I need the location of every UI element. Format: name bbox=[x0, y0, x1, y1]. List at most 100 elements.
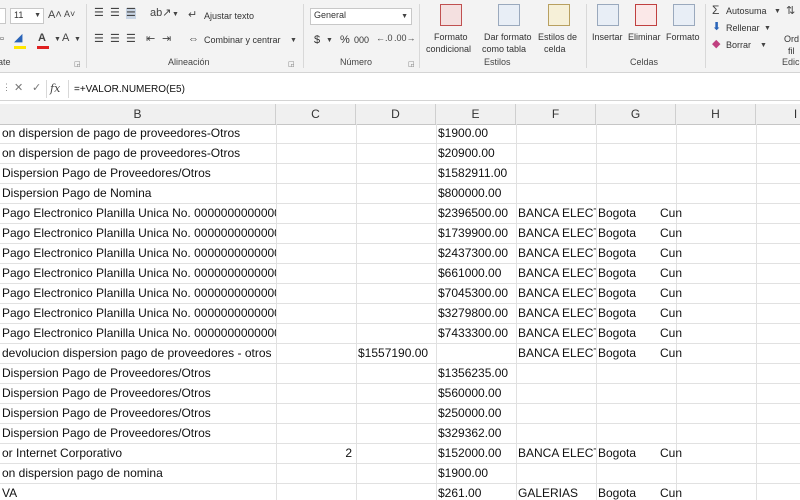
orientation-icon[interactable]: ab↗ bbox=[150, 8, 171, 19]
insert-function-icon[interactable]: fx bbox=[50, 83, 60, 94]
cell-d[interactable] bbox=[356, 424, 436, 444]
cell-c[interactable] bbox=[276, 424, 356, 444]
chevron-down-icon[interactable]: ▼ bbox=[74, 36, 81, 43]
column-header-h[interactable]: H bbox=[676, 104, 756, 124]
column-header-e[interactable]: E bbox=[436, 104, 516, 124]
cell-h[interactable] bbox=[658, 164, 756, 184]
cell-e[interactable] bbox=[436, 344, 516, 364]
cell-h[interactable]: Cun bbox=[658, 304, 756, 324]
cell-c[interactable] bbox=[276, 364, 356, 384]
cell-h[interactable]: Cun bbox=[658, 284, 756, 304]
align-right-icon[interactable]: ☰ bbox=[126, 34, 136, 45]
cell-e[interactable]: $1900.00 bbox=[436, 124, 516, 144]
cell-e[interactable]: $1582911.00 bbox=[436, 164, 516, 184]
cell-b[interactable]: Pago Electronico Planilla Unica No. 0000… bbox=[0, 204, 276, 224]
cell-b[interactable]: VA bbox=[0, 484, 276, 500]
cell-h[interactable]: Cun bbox=[658, 444, 756, 464]
cell-h[interactable] bbox=[658, 384, 756, 404]
cell-h[interactable]: Cun bbox=[658, 204, 756, 224]
cell-b[interactable]: Pago Electronico Planilla Unica No. 0000… bbox=[0, 244, 276, 264]
column-header-d[interactable]: D bbox=[356, 104, 436, 124]
cell-f[interactable]: BANCA ELECT bbox=[516, 264, 596, 284]
cell-d[interactable] bbox=[356, 464, 436, 484]
cell-c[interactable]: 2 bbox=[276, 444, 356, 464]
cell-g[interactable] bbox=[596, 384, 658, 404]
conditional-format-button[interactable]: Formato condicional bbox=[424, 2, 478, 56]
cell-e[interactable]: $1739900.00 bbox=[436, 224, 516, 244]
cell-f[interactable] bbox=[516, 164, 596, 184]
cell-e[interactable]: $661000.00 bbox=[436, 264, 516, 284]
cell-g[interactable] bbox=[596, 144, 658, 164]
cell-e[interactable]: $1900.00 bbox=[436, 464, 516, 484]
cell-d[interactable] bbox=[356, 124, 436, 144]
cell-b[interactable]: Dispersion Pago de Nomina bbox=[0, 184, 276, 204]
column-header-g[interactable]: G bbox=[596, 104, 676, 124]
cell-b[interactable]: Dispersion Pago de Proveedores/Otros bbox=[0, 404, 276, 424]
currency-button[interactable]: $ bbox=[314, 34, 320, 46]
dialog-launcher-icon[interactable]: ◲ bbox=[288, 60, 295, 68]
cell-f[interactable]: BANCA ELECT bbox=[516, 324, 596, 344]
format-as-table-button[interactable]: Dar formato como tabla bbox=[480, 2, 536, 56]
insert-button[interactable]: Insertar bbox=[590, 2, 626, 52]
cell-f[interactable]: BANCA ELECT bbox=[516, 304, 596, 324]
column-header-b[interactable]: B bbox=[0, 104, 276, 124]
delete-button[interactable]: Eliminar bbox=[628, 2, 664, 52]
font-color-button-icon[interactable]: A bbox=[62, 33, 69, 44]
cell-f[interactable] bbox=[516, 404, 596, 424]
cell-e[interactable]: $20900.00 bbox=[436, 144, 516, 164]
cell-h[interactable] bbox=[658, 144, 756, 164]
cell-c[interactable] bbox=[276, 244, 356, 264]
cell-g[interactable]: Bogota bbox=[596, 344, 658, 364]
cell-f[interactable]: BANCA ELECT bbox=[516, 444, 596, 464]
cell-b[interactable]: Dispersion Pago de Proveedores/Otros bbox=[0, 164, 276, 184]
cell-f[interactable]: BANCA ELECT bbox=[516, 224, 596, 244]
cell-g[interactable]: Bogota bbox=[596, 204, 658, 224]
cell-c[interactable] bbox=[276, 384, 356, 404]
cell-c[interactable] bbox=[276, 344, 356, 364]
cell-e[interactable]: $560000.00 bbox=[436, 384, 516, 404]
cell-g[interactable]: Bogota bbox=[596, 264, 658, 284]
cell-g[interactable]: Bogota bbox=[596, 284, 658, 304]
cell-d[interactable] bbox=[356, 404, 436, 424]
cell-g[interactable] bbox=[596, 124, 658, 144]
cell-b[interactable]: Pago Electronico Planilla Unica No. 0000… bbox=[0, 324, 276, 344]
cell-d[interactable] bbox=[356, 304, 436, 324]
cell-h[interactable]: Cun bbox=[658, 224, 756, 244]
cell-styles-button[interactable]: Estilos de celda bbox=[538, 2, 582, 56]
cell-e[interactable]: $250000.00 bbox=[436, 404, 516, 424]
cell-b[interactable]: on dispersion de pago de proveedores-Otr… bbox=[0, 124, 276, 144]
cell-h[interactable]: Cun bbox=[658, 484, 756, 500]
cell-g[interactable] bbox=[596, 424, 658, 444]
merge-center-button[interactable]: ⇔ Combinar y centrar ▼ bbox=[188, 32, 300, 48]
cell-f[interactable] bbox=[516, 144, 596, 164]
align-middle-icon[interactable]: ☰ bbox=[110, 8, 120, 19]
cell-e[interactable]: $329362.00 bbox=[436, 424, 516, 444]
cell-g[interactable] bbox=[596, 184, 658, 204]
cell-c[interactable] bbox=[276, 204, 356, 224]
cell-g[interactable] bbox=[596, 364, 658, 384]
cell-b[interactable]: devolucion dispersion pago de proveedore… bbox=[0, 344, 276, 364]
cell-f[interactable]: BANCA ELECT bbox=[516, 244, 596, 264]
align-top-icon[interactable]: ☰ bbox=[94, 8, 104, 19]
cell-g[interactable] bbox=[596, 464, 658, 484]
font-size-dropdown[interactable]: 11 ▼ bbox=[10, 8, 44, 24]
cell-b[interactable]: Pago Electronico Planilla Unica No. 0000… bbox=[0, 264, 276, 284]
cell-f[interactable]: BANCA ELECT bbox=[516, 204, 596, 224]
number-format-dropdown[interactable]: General ▼ bbox=[310, 8, 412, 25]
cell-h[interactable] bbox=[658, 184, 756, 204]
sheet-grid[interactable]: on dispersion de pago de proveedores-Otr… bbox=[0, 124, 800, 500]
cell-d[interactable] bbox=[356, 324, 436, 344]
cell-b[interactable]: Pago Electronico Planilla Unica No. 0000… bbox=[0, 284, 276, 304]
cell-c[interactable] bbox=[276, 484, 356, 500]
cell-h[interactable] bbox=[658, 464, 756, 484]
cell-h[interactable] bbox=[658, 424, 756, 444]
percent-button[interactable]: % bbox=[340, 34, 350, 46]
cell-e[interactable]: $7045300.00 bbox=[436, 284, 516, 304]
cell-f[interactable] bbox=[516, 124, 596, 144]
cell-d[interactable] bbox=[356, 164, 436, 184]
wrap-text-button[interactable]: ↵ Ajustar texto bbox=[188, 8, 298, 24]
chevron-down-icon[interactable]: ▼ bbox=[326, 37, 333, 44]
dialog-launcher-icon[interactable]: ◲ bbox=[74, 60, 81, 68]
cell-c[interactable] bbox=[276, 304, 356, 324]
font-name-dropdown[interactable] bbox=[0, 8, 6, 24]
